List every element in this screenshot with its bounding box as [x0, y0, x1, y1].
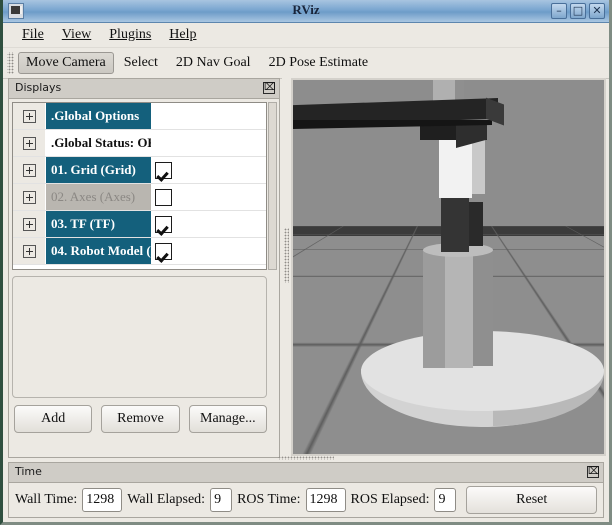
remove-display-button[interactable]: Remove	[101, 405, 180, 433]
displays-dock-title: Displays	[15, 81, 62, 94]
display-check-cell	[151, 103, 266, 129]
display-item-label: 03. TF (TF)	[51, 216, 115, 231]
menu-file-label: File	[22, 27, 44, 42]
white-riser	[439, 138, 472, 198]
display-item-label: .Global Status: OK	[51, 135, 151, 150]
ros-elapsed-label: ROS Elapsed:	[350, 492, 430, 507]
display-item-label: 02. Axes (Axes)	[51, 189, 136, 204]
3d-render-view[interactable]	[291, 78, 606, 456]
tool-select[interactable]: Select	[116, 52, 166, 74]
white-riser-side	[472, 138, 485, 194]
menu-bar: File View Plugins Help	[3, 23, 609, 47]
menu-help[interactable]: Help	[160, 25, 205, 45]
menu-file[interactable]: File	[13, 25, 53, 45]
menu-plugins-label: Plugins	[109, 27, 152, 42]
display-check-cell	[151, 130, 266, 156]
expand-toggle-icon[interactable]	[13, 211, 46, 237]
display-enable-checkbox[interactable]	[155, 188, 172, 206]
tool-2d-nav-goal[interactable]: 2D Nav Goal	[168, 52, 259, 74]
display-enable-checkbox[interactable]	[155, 242, 172, 260]
menu-help-label: Help	[169, 27, 197, 42]
table-row[interactable]: 02. Axes (Axes)	[13, 184, 266, 211]
depth-sensor-bar-end	[486, 97, 504, 126]
toolbar-drag-handle[interactable]	[7, 52, 14, 74]
tilt-joint-block	[441, 196, 469, 252]
wall-time-input[interactable]: 1298	[82, 488, 123, 512]
displays-dock: Displays ⌧ .Global Options .Global Statu…	[8, 78, 280, 458]
expand-toggle-icon[interactable]	[13, 157, 46, 183]
display-check-cell	[151, 211, 266, 237]
display-check-cell	[151, 184, 266, 210]
time-dock: Time ⌧ Wall Time: 1298 Wall Elapsed: 9 R…	[8, 462, 604, 518]
time-dock-header: Time ⌧	[9, 463, 603, 483]
maximize-button[interactable]: □	[570, 3, 586, 19]
wall-elapsed-input[interactable]: 9	[210, 488, 233, 512]
display-check-cell	[151, 238, 266, 264]
display-enable-checkbox[interactable]	[155, 161, 172, 179]
wall-elapsed-label: Wall Elapsed:	[127, 492, 206, 507]
displays-button-row: Add Remove Manage...	[14, 405, 267, 433]
sensor-lens-left	[320, 129, 337, 143]
horizontal-splitter[interactable]	[278, 456, 334, 460]
displays-tree-scrollbar[interactable]	[268, 102, 277, 270]
tool-move-camera[interactable]: Move Camera	[18, 52, 114, 74]
table-row[interactable]: .Global Status: OK	[13, 130, 266, 157]
ros-elapsed-input[interactable]: 9	[434, 488, 457, 512]
title-bar: RViz – □ ✕	[3, 0, 609, 23]
display-check-cell	[151, 157, 266, 183]
maximize-icon: □	[572, 4, 584, 17]
display-enable-checkbox[interactable]	[155, 215, 172, 233]
display-properties-panel	[12, 276, 267, 398]
window-controls: – □ ✕	[551, 3, 605, 19]
menu-plugins[interactable]: Plugins	[100, 25, 160, 45]
displays-tree[interactable]: .Global Options .Global Status: OK 01. G…	[12, 102, 267, 270]
window-title: RViz	[292, 2, 320, 17]
rviz-main-window: RViz – □ ✕ File View Plugins Help Move C…	[0, 0, 612, 525]
displays-dock-header: Displays ⌧	[9, 79, 279, 99]
main-content: Displays ⌧ .Global Options .Global Statu…	[6, 78, 606, 458]
manage-displays-button[interactable]: Manage...	[188, 405, 267, 433]
column-left-face	[423, 250, 445, 368]
time-fields-row: Wall Time: 1298 Wall Elapsed: 9 ROS Time…	[9, 483, 603, 517]
minimize-icon: –	[556, 4, 562, 17]
tool-bar: Move Camera Select 2D Nav Goal 2D Pose E…	[3, 47, 609, 79]
tilt-joint-block-side	[469, 202, 483, 246]
reset-button[interactable]: Reset	[466, 486, 597, 514]
tool-2d-pose-estimate[interactable]: 2D Pose Estimate	[261, 52, 377, 74]
close-button[interactable]: ✕	[589, 3, 605, 19]
expand-toggle-icon[interactable]	[13, 130, 46, 156]
table-row[interactable]: 03. TF (TF)	[13, 211, 266, 238]
display-item-label: 01. Grid (Grid)	[51, 162, 136, 177]
time-close-icon[interactable]: ⌧	[587, 466, 600, 478]
display-item-label: 04. Robot Model (RobotModel)	[51, 243, 151, 258]
wall-time-label: Wall Time:	[15, 492, 78, 507]
vertical-splitter[interactable]	[282, 78, 291, 458]
menu-view-label: View	[61, 27, 92, 42]
robot-model	[293, 80, 604, 454]
expand-toggle-icon[interactable]	[13, 184, 46, 210]
add-display-button[interactable]: Add	[14, 405, 93, 433]
column-front-face	[445, 246, 473, 368]
expand-toggle-icon[interactable]	[13, 238, 46, 264]
close-icon: ✕	[592, 4, 602, 17]
ros-time-label: ROS Time:	[237, 492, 301, 507]
time-dock-title: Time	[15, 465, 42, 478]
ros-time-input[interactable]: 1298	[305, 488, 346, 512]
expand-toggle-icon[interactable]	[13, 103, 46, 129]
table-row[interactable]: 01. Grid (Grid)	[13, 157, 266, 184]
displays-close-icon[interactable]: ⌧	[263, 82, 276, 94]
column-right-face	[473, 250, 493, 366]
display-item-label: .Global Options	[51, 108, 140, 123]
table-row[interactable]: .Global Options	[13, 103, 266, 130]
menu-view[interactable]: View	[53, 25, 100, 45]
minimize-button[interactable]: –	[551, 3, 567, 19]
table-row[interactable]: 04. Robot Model (RobotModel)	[13, 238, 266, 265]
